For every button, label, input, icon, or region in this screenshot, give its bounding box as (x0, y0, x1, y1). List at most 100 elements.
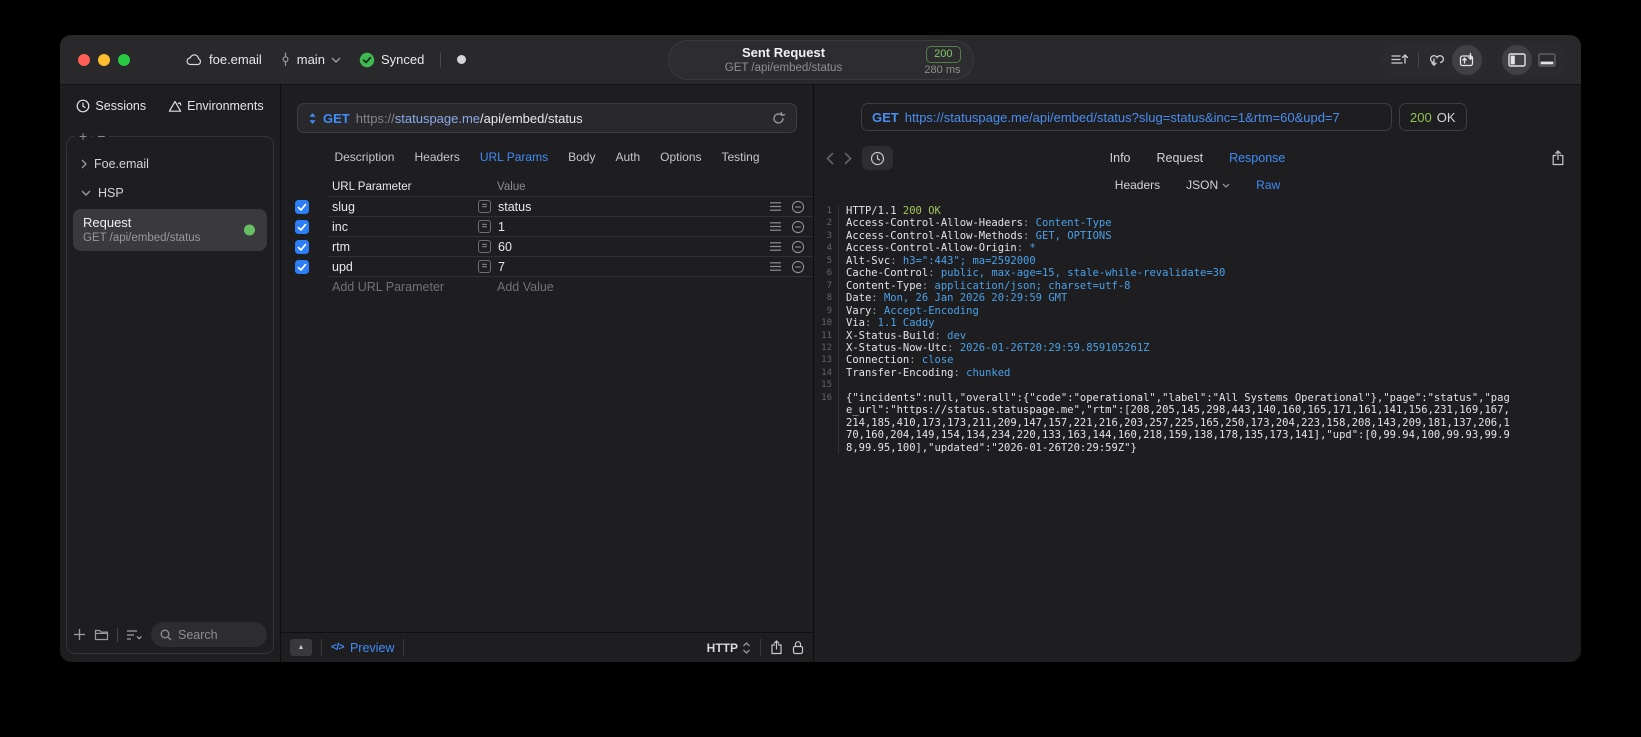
resp-tab-response[interactable]: Response (1229, 151, 1285, 165)
add-session-button[interactable]: + (75, 128, 92, 144)
history-clock-button[interactable] (862, 146, 893, 170)
preview-button[interactable]: </> Preview (331, 641, 394, 655)
param-checkbox[interactable] (295, 220, 309, 234)
tree-item-label: HSP (98, 185, 124, 200)
response-status-box[interactable]: 200 OK (1399, 103, 1467, 131)
add-request-button[interactable] (73, 628, 86, 641)
code-text: Vary: Accept-Encoding (846, 304, 979, 317)
chevron-down-icon[interactable] (331, 57, 341, 63)
code-text: X-Status-Build: dev (846, 329, 967, 342)
response-code[interactable]: 1 HTTP/1.1 200 OK 2 Access-Control-Allow-He… (814, 200, 1581, 662)
response-pane: GET https://statuspage.me/api/embed/stat… (814, 85, 1581, 662)
method-updown-icon[interactable] (308, 112, 317, 125)
tab-sessions[interactable]: Sessions (76, 95, 146, 117)
refresh-icon[interactable] (771, 111, 786, 126)
line-number: 2 (814, 217, 839, 230)
code-text: Access-Control-Allow-Methods: GET, OPTIO… (846, 229, 1112, 242)
export-lines-icon[interactable] (1385, 45, 1415, 75)
resp-subtab-json[interactable]: JSON (1186, 178, 1230, 192)
tab-body[interactable]: Body (568, 150, 595, 164)
request-method[interactable]: GET (323, 111, 350, 126)
param-checkbox[interactable] (295, 260, 309, 274)
header-check-spacer (295, 177, 327, 197)
param-value-text: status (498, 199, 532, 214)
param-value-cell[interactable]: = 7 (476, 257, 755, 276)
lock-icon[interactable] (792, 640, 804, 655)
sidebar-toggle-icon[interactable] (1502, 44, 1532, 75)
resp-subtab-raw[interactable]: Raw (1256, 178, 1280, 192)
tab-url-params[interactable]: URL Params (480, 150, 548, 164)
code-line: 12 X-Status-Now-Utc: 2026-01-26T20:29:59.… (814, 341, 1581, 355)
tab-sessions-label: Sessions (95, 99, 147, 113)
resp-subtab-headers[interactable]: Headers (1115, 178, 1160, 192)
share-icon[interactable] (770, 640, 783, 655)
drag-handle-icon[interactable] (769, 241, 782, 252)
tab-testing[interactable]: Testing (722, 150, 760, 164)
sidebar-footer: Search (67, 617, 273, 653)
param-row-rtm: rtm = 60 (281, 237, 813, 257)
tab-environments[interactable]: Environments (168, 95, 264, 117)
request-actions-group (1380, 41, 1487, 78)
sync-status[interactable]: Synced (381, 52, 424, 67)
project-name[interactable]: foe.email (209, 52, 262, 67)
titlebar: foe.email main Synced Sent Request GET /… (60, 35, 1581, 85)
url-params-table: URL Parameter Value slug = status inc = 1 rtm =… (281, 177, 813, 297)
param-name-cell[interactable]: slug (327, 200, 476, 214)
request-url[interactable]: https://statuspage.me/api/embed/status (356, 111, 765, 126)
share-icon[interactable] (1551, 150, 1565, 166)
forward-icon[interactable] (844, 152, 852, 165)
search-input[interactable]: Search (151, 622, 267, 647)
resp-tab-info[interactable]: Info (1110, 151, 1131, 165)
minimize-window-button[interactable] (98, 53, 110, 66)
protocol-selector[interactable]: HTTP (707, 641, 751, 655)
close-window-button[interactable] (78, 53, 90, 66)
remove-row-icon[interactable] (791, 240, 805, 254)
remove-row-icon[interactable] (791, 220, 805, 234)
branch-name[interactable]: main (297, 52, 325, 67)
tree-item-hsp[interactable]: HSP (73, 178, 267, 207)
resp-tab-request[interactable]: Request (1157, 151, 1204, 165)
titlebar-divider (440, 51, 442, 68)
protocol-updown-icon (742, 641, 751, 654)
drag-handle-icon[interactable] (769, 201, 782, 212)
param-checkbox[interactable] (295, 240, 309, 254)
add-url-parameter-button[interactable]: Add URL Parameter (327, 280, 476, 294)
tab-options[interactable]: Options (660, 150, 701, 164)
param-value-cell[interactable]: = 60 (476, 237, 755, 256)
sent-request-pill[interactable]: Sent Request GET /api/embed/status 200 2… (667, 39, 974, 80)
request-list-item-selected[interactable]: Request GET /api/embed/status (73, 209, 267, 251)
param-value-cell[interactable]: = status (476, 197, 755, 216)
param-name-cell[interactable]: rtm (327, 240, 476, 254)
tree-item-foe-email[interactable]: Foe.email (73, 149, 267, 178)
sync-loop-icon[interactable] (1422, 45, 1452, 75)
drag-handle-icon[interactable] (769, 261, 782, 272)
remove-row-icon[interactable] (791, 200, 805, 214)
request-url-bar[interactable]: GET https://statuspage.me/api/embed/stat… (297, 103, 797, 133)
drag-handle-icon[interactable] (769, 221, 782, 232)
back-icon[interactable] (826, 152, 834, 165)
param-value-cell[interactable]: = 1 (476, 217, 755, 236)
tab-auth[interactable]: Auth (615, 150, 640, 164)
param-header-row: URL Parameter Value (281, 177, 813, 197)
add-value-button[interactable]: Add Value (476, 280, 755, 294)
resend-box-icon[interactable] (1452, 44, 1482, 75)
param-checkbox[interactable] (295, 200, 309, 214)
tab-description[interactable]: Description (334, 150, 394, 164)
response-url-box[interactable]: GET https://statuspage.me/api/embed/stat… (861, 103, 1392, 131)
footer-divider (403, 639, 405, 656)
param-name-cell[interactable]: upd (327, 260, 476, 274)
remove-row-icon[interactable] (791, 260, 805, 274)
remove-session-button[interactable]: − (93, 128, 110, 144)
window-body: Sessions Environments + − Foe.email HSP … (60, 85, 1581, 662)
code-line: 1 HTTP/1.1 200 OK (814, 205, 1581, 218)
preview-label: Preview (349, 640, 395, 655)
param-name-cell[interactable]: inc (327, 220, 476, 234)
tab-headers[interactable]: Headers (414, 150, 459, 164)
list-options-icon[interactable] (126, 629, 143, 641)
group-divider (1418, 51, 1419, 68)
collapse-icon[interactable]: ▲ (290, 639, 312, 656)
folder-icon[interactable] (94, 628, 109, 641)
line-number: 4 (814, 242, 839, 255)
zoom-window-button[interactable] (118, 53, 130, 66)
bottom-panel-toggle-icon[interactable] (1532, 45, 1562, 75)
